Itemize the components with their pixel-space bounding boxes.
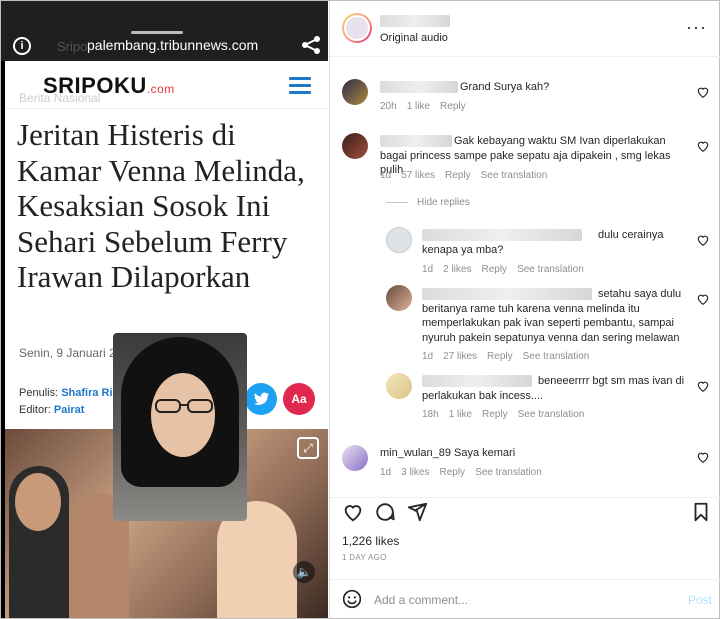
- comment-meta: 1d 3 likes Reply See translation: [380, 467, 552, 478]
- heart-icon[interactable]: [696, 379, 710, 393]
- comment-likes[interactable]: 57 likes: [401, 170, 435, 181]
- hide-replies-line: [386, 202, 408, 203]
- send-icon[interactable]: [406, 501, 428, 523]
- ghost-category: Berita Nasional: [19, 91, 101, 105]
- glasses-graphic: [155, 399, 213, 413]
- see-translation-link[interactable]: See translation: [481, 170, 548, 181]
- commenter-avatar[interactable]: [342, 133, 368, 159]
- heart-icon[interactable]: [696, 233, 710, 247]
- reply-likes[interactable]: 2 likes: [443, 264, 471, 275]
- heart-icon[interactable]: [696, 292, 710, 306]
- reply-button[interactable]: Reply: [481, 264, 507, 275]
- comment-meta: 1d 57 likes Reply See translation: [380, 170, 557, 181]
- reel-video[interactable]: i Sripo palembang.tribunnews.com SRIPOKU…: [1, 1, 328, 618]
- heart-icon[interactable]: [696, 85, 710, 99]
- menu-icon[interactable]: [289, 77, 311, 95]
- see-translation-link[interactable]: See translation: [518, 409, 585, 420]
- heart-icon[interactable]: [696, 450, 710, 464]
- reply-likes[interactable]: 27 likes: [443, 351, 477, 362]
- commenter-username[interactable]: min_wulan_89: [380, 447, 451, 459]
- commenter-avatar[interactable]: [342, 445, 368, 471]
- reply-time: 1d: [422, 351, 434, 362]
- hide-replies-button[interactable]: Hide replies: [417, 197, 470, 208]
- see-translation-link[interactable]: See translation: [523, 351, 590, 362]
- emoji-icon[interactable]: [342, 589, 362, 609]
- action-bar-divider: [330, 497, 720, 498]
- comment-likes[interactable]: 1 like: [407, 101, 430, 112]
- play-icon[interactable]: [141, 286, 189, 334]
- reply-likes[interactable]: 1 like: [449, 409, 472, 420]
- expand-icon[interactable]: ⤢: [297, 437, 319, 459]
- default-avatar[interactable]: [386, 227, 412, 253]
- post-header: Original audio ···: [330, 1, 720, 57]
- comment-meta: 20h 1 like Reply: [380, 101, 476, 112]
- likes-count[interactable]: 1,226 likes: [342, 534, 399, 548]
- url-drag-handle: [131, 31, 183, 34]
- reply-time: 1d: [422, 264, 434, 275]
- reply-text: dulu cerainya kenapa ya mba?: [422, 229, 664, 256]
- post-panel: Original audio ··· Grand Surya kah? 20h 1…: [329, 1, 720, 618]
- reply-meta: 1d 2 likes Reply See translation: [422, 264, 594, 275]
- reply-button[interactable]: Reply: [487, 351, 513, 362]
- page-url: palembang.tribunnews.com: [87, 37, 259, 53]
- like-heart-icon[interactable]: [342, 501, 364, 523]
- commenter-username-redacted[interactable]: [380, 81, 458, 93]
- info-icon[interactable]: i: [13, 37, 31, 55]
- reply-meta: 1d 27 likes Reply See translation: [422, 351, 599, 362]
- reply-button[interactable]: Reply: [440, 101, 466, 112]
- more-icon[interactable]: ···: [686, 17, 707, 38]
- reply-button[interactable]: Reply: [445, 170, 471, 181]
- volume-icon[interactable]: 🔈: [293, 561, 315, 583]
- reply-time: 18h: [422, 409, 439, 420]
- poster-username-redacted[interactable]: [380, 15, 450, 27]
- comment-likes[interactable]: 3 likes: [401, 467, 429, 478]
- commenter-avatar[interactable]: [386, 373, 412, 399]
- comment-time: 1d: [380, 170, 392, 181]
- article-editor: Editor: Pairat: [19, 404, 85, 416]
- twitter-icon: [254, 392, 269, 405]
- bookmark-icon[interactable]: [690, 501, 712, 523]
- comment-text: Grand Surya kah?: [460, 81, 550, 93]
- add-comment-input[interactable]: Add a comment...: [374, 593, 468, 607]
- comment-time: 1d: [380, 467, 392, 478]
- heart-icon[interactable]: [696, 139, 710, 153]
- comment-time: 20h: [380, 101, 397, 112]
- reply-text: setahu saya dulu beritanya rame tuh kare…: [422, 288, 682, 344]
- comment-icon[interactable]: [374, 501, 396, 523]
- ghost-title: Sripo: [57, 39, 88, 54]
- commenter-avatar[interactable]: [386, 285, 412, 311]
- tiktok-icon: ♪: [15, 289, 23, 306]
- poster-avatar[interactable]: [342, 13, 372, 43]
- share-icon[interactable]: [300, 35, 322, 55]
- comment-text: min_wulan_89 Saya kemari: [380, 447, 516, 459]
- reaction-face: [151, 373, 215, 457]
- see-translation-link[interactable]: See translation: [517, 264, 584, 275]
- posted-time: 1 DAY AGO: [342, 553, 387, 562]
- post-comment-button[interactable]: Post: [688, 593, 712, 607]
- reply-button[interactable]: Reply: [482, 409, 508, 420]
- reply-text: beneeerrrr bgt sm mas ivan di perlakukan…: [422, 375, 685, 402]
- audio-label[interactable]: Original audio: [380, 32, 448, 44]
- commenter-avatar[interactable]: [342, 79, 368, 105]
- article-headline: Jeritan Histeris di Kamar Venna Melinda,…: [17, 117, 305, 294]
- font-size-button: Aa: [283, 383, 315, 415]
- twitter-share-button: [245, 383, 277, 415]
- photo-face: [15, 473, 61, 531]
- see-translation-link[interactable]: See translation: [475, 467, 542, 478]
- reply-meta: 18h 1 like Reply See translation: [422, 409, 594, 420]
- reply-button[interactable]: Reply: [439, 467, 465, 478]
